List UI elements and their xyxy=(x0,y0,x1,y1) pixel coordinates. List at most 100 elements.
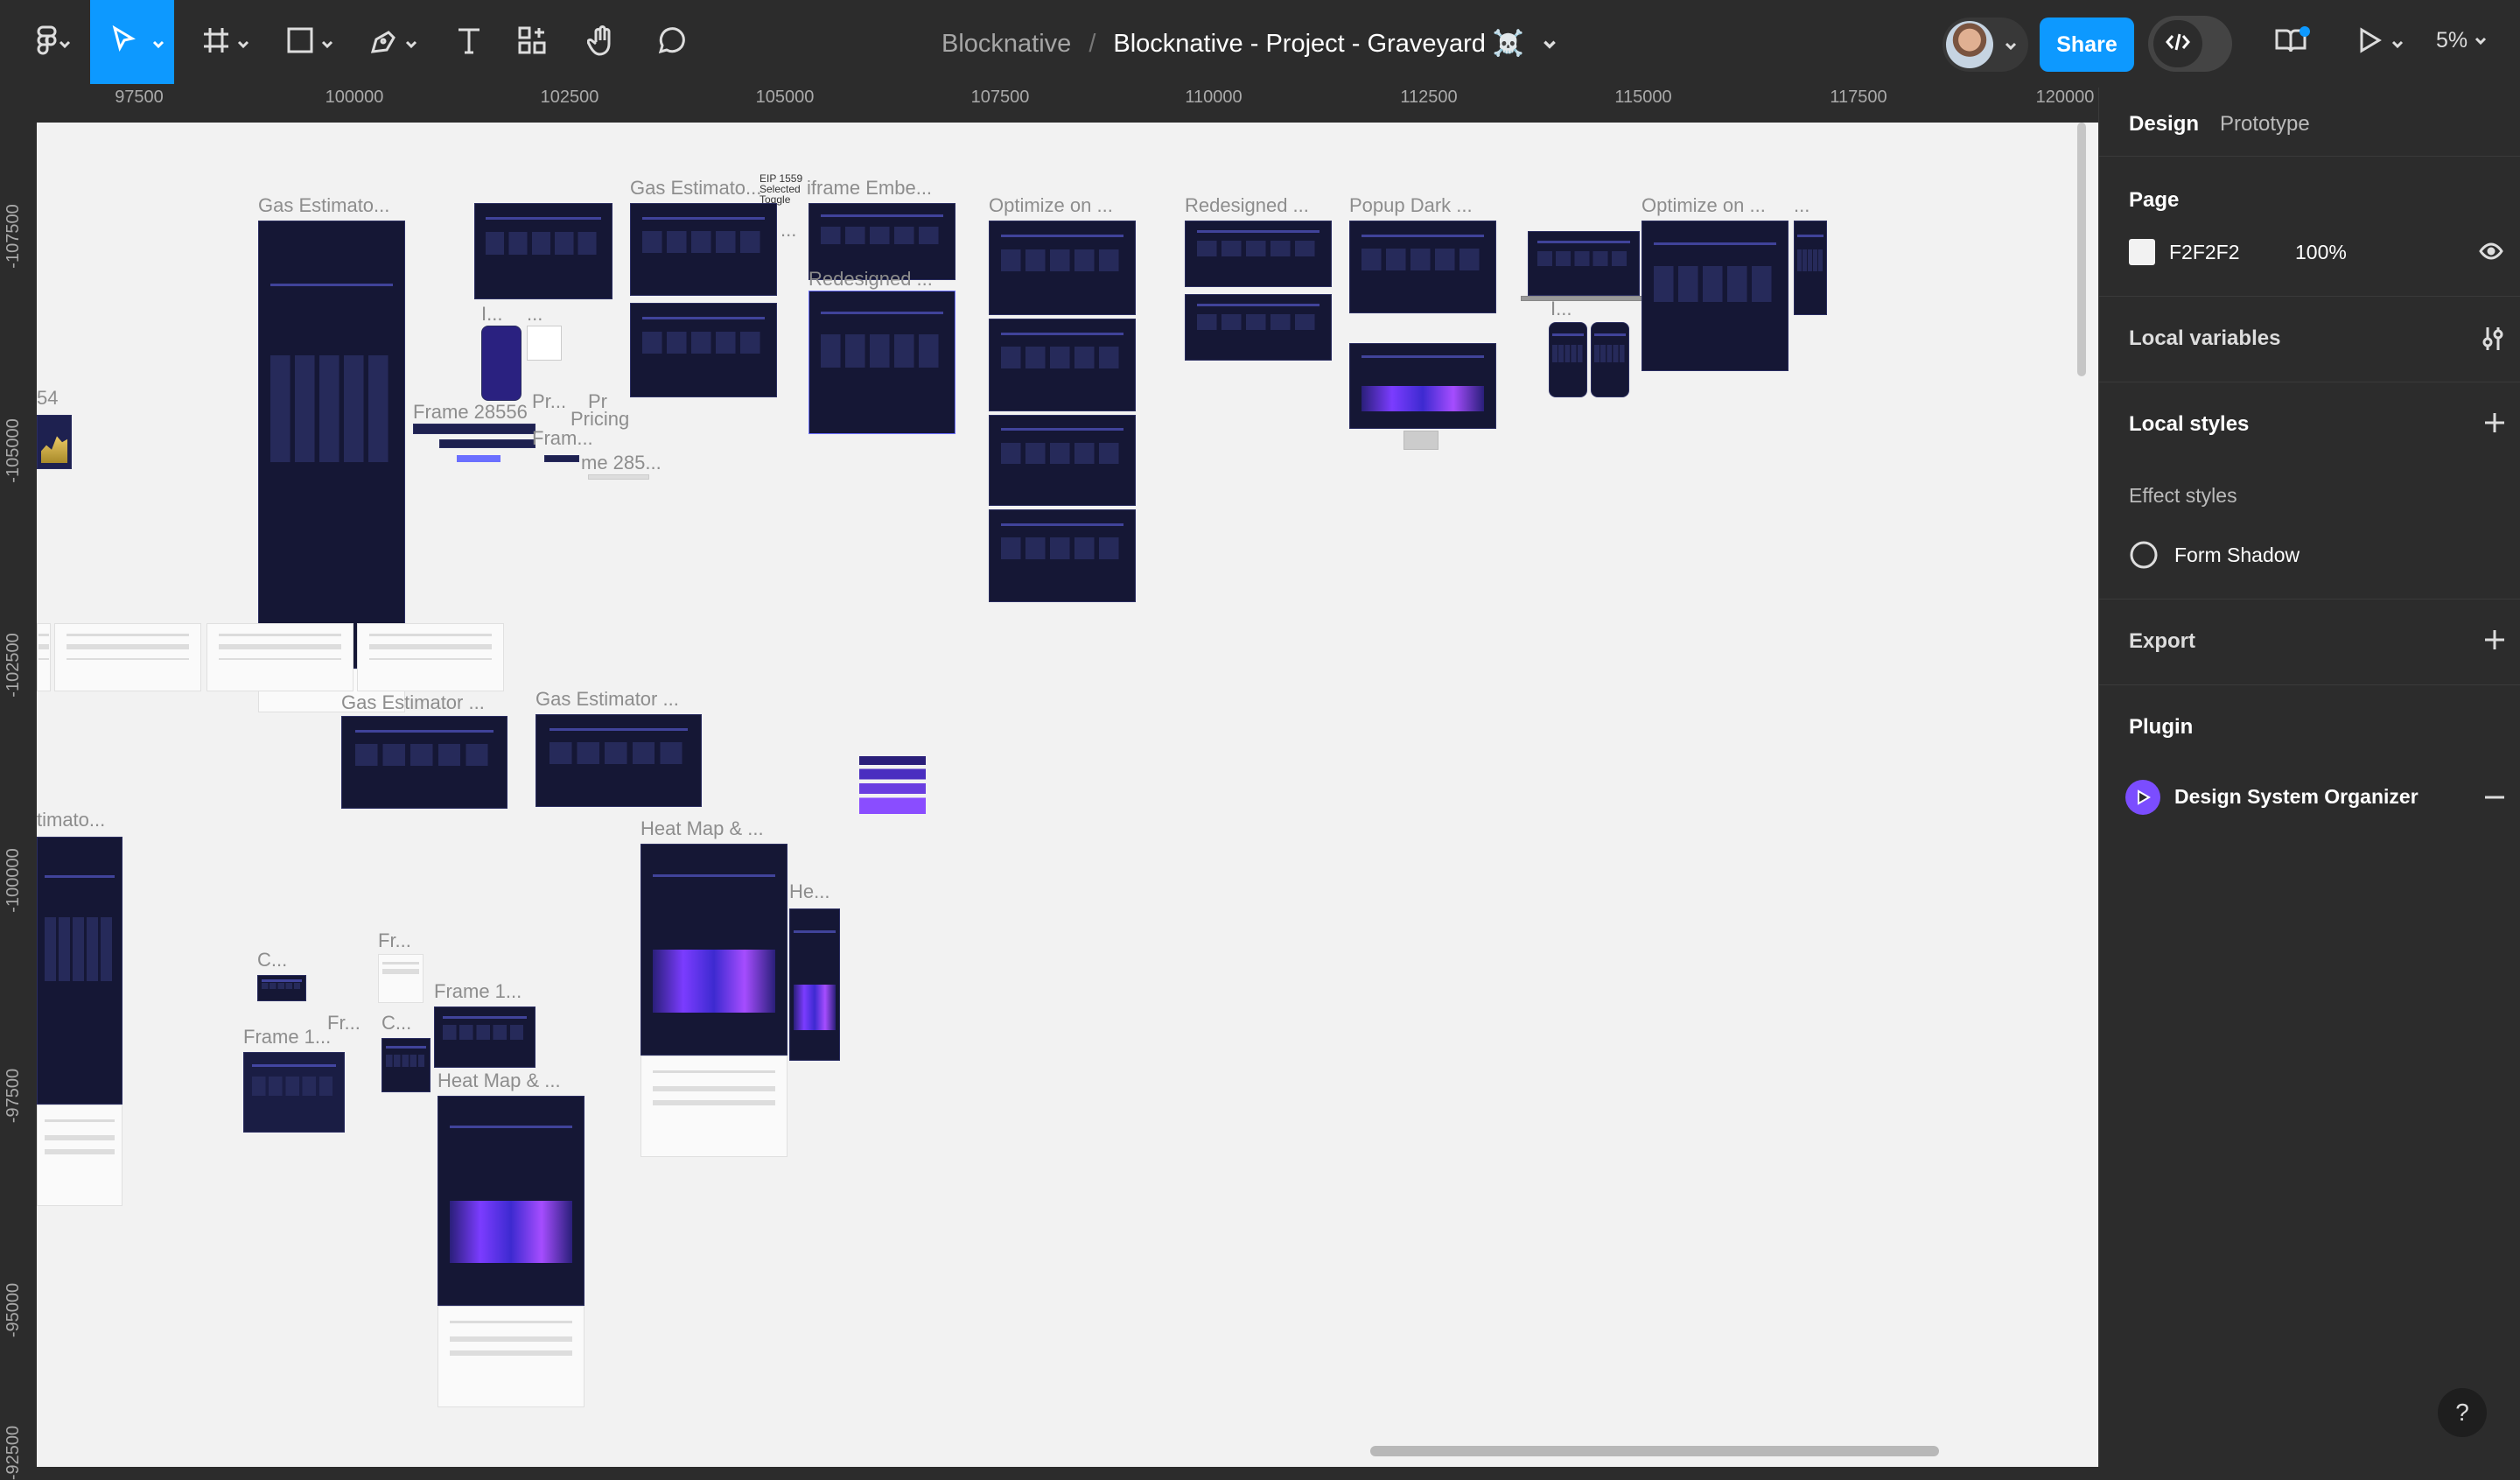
frame-light-partial[interactable] xyxy=(37,623,51,691)
frame-heat-map-1-footer[interactable] xyxy=(640,1056,788,1157)
multiplayer-menu[interactable] xyxy=(1942,18,2028,72)
frame-mobile[interactable] xyxy=(481,326,522,401)
frame-gradient-swatches[interactable] xyxy=(859,756,926,814)
page-color-hex[interactable]: F2F2F2 xyxy=(2169,241,2240,264)
frame-bar[interactable] xyxy=(439,439,536,448)
frame-light-3[interactable] xyxy=(357,623,504,691)
frame-label[interactable]: Heat Map & ... xyxy=(438,1070,561,1092)
frame-label[interactable]: ... xyxy=(780,219,796,242)
frame-gas-estimator-4[interactable] xyxy=(341,716,508,809)
eye-icon[interactable] xyxy=(2479,241,2503,266)
frame-estimator-partial[interactable] xyxy=(37,837,122,1105)
page-opacity[interactable]: 100% xyxy=(2295,241,2347,264)
frame-optimize-mobile[interactable] xyxy=(1794,221,1827,315)
frame-redesigned-3[interactable] xyxy=(1185,294,1332,361)
frame-light-1[interactable] xyxy=(54,623,201,691)
zoom-menu[interactable]: 5% xyxy=(2436,28,2488,53)
frame-small[interactable] xyxy=(527,326,562,361)
frame-gas-estimator-2[interactable] xyxy=(630,203,777,296)
main-menu-button[interactable] xyxy=(19,0,75,84)
frame-gas-estimator-3[interactable] xyxy=(630,303,777,397)
frame-label[interactable]: Redesigned ... xyxy=(808,268,933,291)
frame-label[interactable]: Optimize on ... xyxy=(989,194,1113,217)
frame-label[interactable]: 54 xyxy=(37,387,58,410)
frame-phone-1[interactable] xyxy=(1549,322,1587,397)
frame-popup-dark[interactable] xyxy=(1349,221,1496,313)
frame-label[interactable]: Fram... xyxy=(532,427,593,450)
frame-label[interactable]: Popup Dark ... xyxy=(1349,194,1473,217)
help-button[interactable]: ? xyxy=(2438,1388,2487,1437)
frame-laptop[interactable] xyxy=(1528,231,1640,296)
frame-label[interactable]: Gas Estimator ... xyxy=(341,691,485,714)
frame-label[interactable]: C... xyxy=(382,1012,411,1035)
frame-redesigned[interactable] xyxy=(808,291,956,434)
share-button[interactable]: Share xyxy=(2040,18,2134,72)
file-title[interactable]: Blocknative / Blocknative - Project - Gr… xyxy=(942,25,1558,63)
text-tool-button[interactable] xyxy=(444,0,494,84)
present-button[interactable] xyxy=(2345,0,2415,84)
frame-optimize-3[interactable] xyxy=(989,415,1136,506)
vertical-scrollbar[interactable] xyxy=(2077,123,2086,376)
frame-optimize-1[interactable] xyxy=(989,221,1136,315)
plus-icon[interactable] xyxy=(2482,628,2507,656)
frame-heat-map-2-footer[interactable] xyxy=(438,1306,584,1407)
frame-heat-map-1[interactable] xyxy=(640,844,788,1056)
frame-label[interactable]: I... xyxy=(1550,298,1572,320)
avatar[interactable] xyxy=(1946,21,1993,68)
plus-icon[interactable] xyxy=(2482,410,2507,439)
chevron-down-icon[interactable] xyxy=(1542,30,1558,59)
frame-label[interactable]: Optimize on ... xyxy=(1642,194,1766,217)
pen-tool-button[interactable] xyxy=(360,0,422,84)
frame-redesigned-2[interactable] xyxy=(1185,221,1332,287)
frame-label[interactable]: me 285... xyxy=(581,452,662,474)
frame-tiny-light[interactable] xyxy=(588,474,649,480)
frame-pill[interactable] xyxy=(457,455,500,462)
sliders-icon[interactable] xyxy=(2481,325,2505,357)
frame-tiny[interactable] xyxy=(544,455,579,462)
frame-label[interactable]: Frame 28556 xyxy=(413,401,528,424)
frame-label[interactable]: Gas Estimator ... xyxy=(536,688,679,711)
frame-label[interactable]: Fr... xyxy=(378,929,411,952)
hand-tool-button[interactable] xyxy=(578,0,626,84)
horizontal-scrollbar[interactable] xyxy=(1370,1446,1939,1456)
frame-tool-button[interactable] xyxy=(192,0,254,84)
tab-prototype[interactable]: Prototype xyxy=(2220,112,2310,137)
frame-label[interactable]: Redesigned ... xyxy=(1185,194,1309,217)
effect-style-form-shadow[interactable]: Form Shadow xyxy=(2174,544,2300,567)
frame-label[interactable]: Pr... xyxy=(532,390,566,413)
resources-button[interactable] xyxy=(508,0,556,84)
dev-mode-toggle[interactable] xyxy=(2148,16,2232,72)
frame-28556[interactable] xyxy=(413,424,536,434)
frame-next-block[interactable] xyxy=(474,203,612,299)
comment-tool-button[interactable] xyxy=(648,0,696,84)
frame-label[interactable]: Heat Map & ... xyxy=(640,817,764,840)
canvas[interactable]: Gas Estimato... I... ... Gas Estimato...… xyxy=(37,123,2098,1467)
frame-label[interactable]: ... xyxy=(527,303,542,326)
frame-label[interactable]: iframe Embe... xyxy=(807,177,932,200)
frame-label[interactable]: C... xyxy=(257,949,287,971)
frame-c2[interactable] xyxy=(382,1038,430,1092)
frame-estimator-footer[interactable] xyxy=(37,1105,122,1206)
minus-icon[interactable] xyxy=(2482,785,2507,814)
frame-label[interactable]: Fr... xyxy=(327,1012,360,1035)
tab-design[interactable]: Design xyxy=(2129,112,2199,137)
frame-label[interactable]: Frame 1... xyxy=(434,980,522,1003)
move-tool-button[interactable] xyxy=(90,0,174,84)
frame-light-2[interactable] xyxy=(206,623,354,691)
frame-1a[interactable] xyxy=(434,1007,536,1068)
frame-chart-partial[interactable] xyxy=(37,415,72,469)
frame-optimize-4[interactable] xyxy=(989,509,1136,602)
frame-fr[interactable] xyxy=(378,954,424,1003)
frame-optimize-5[interactable] xyxy=(1642,221,1788,371)
frame-gas-estimator-5[interactable] xyxy=(536,714,702,807)
frame-label[interactable]: Gas Estimato... xyxy=(630,177,761,200)
frame-monitor[interactable] xyxy=(1349,343,1496,429)
frame-label[interactable]: He... xyxy=(789,880,830,903)
frame-label[interactable]: timato... xyxy=(37,809,105,831)
frame-1b[interactable] xyxy=(243,1052,345,1133)
frame-heat-map-2[interactable] xyxy=(438,1096,584,1306)
frame-c[interactable] xyxy=(257,975,306,1001)
frame-label[interactable]: Frame 1... xyxy=(243,1026,331,1049)
frame-optimize-2[interactable] xyxy=(989,319,1136,411)
frame-gas-estimator[interactable] xyxy=(258,221,405,669)
